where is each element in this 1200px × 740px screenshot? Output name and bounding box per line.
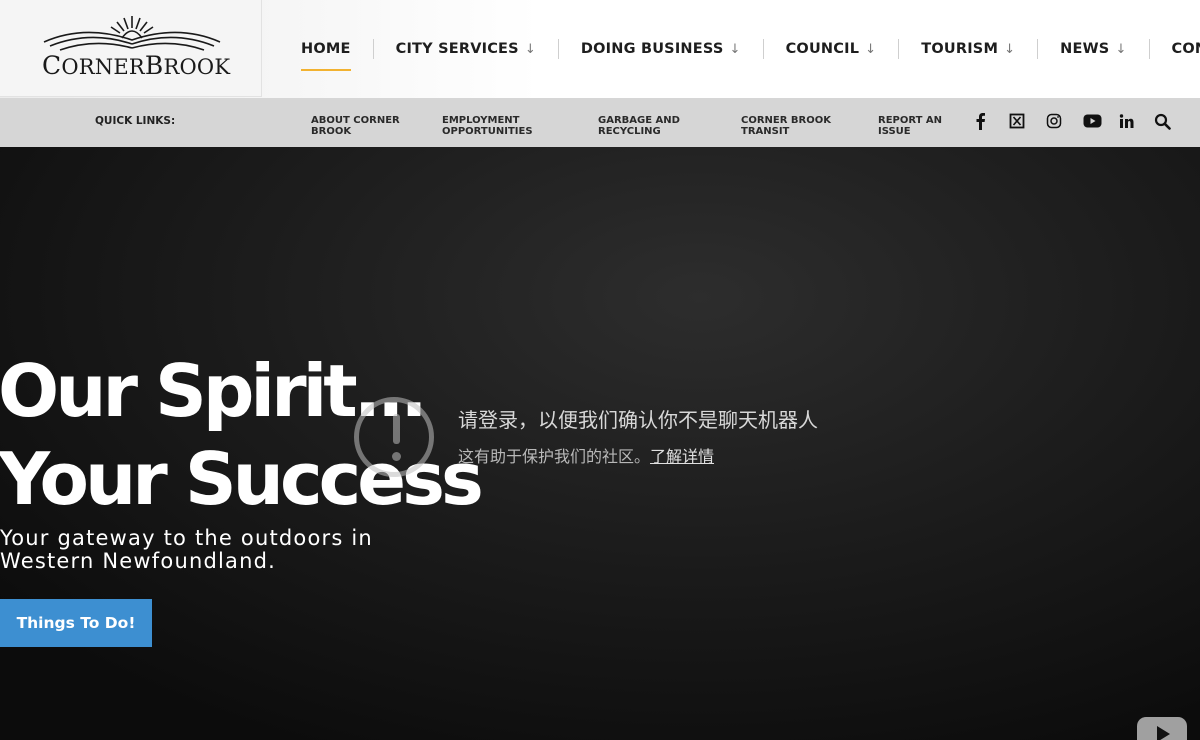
dropdown-arrow-icon: ↓ <box>1115 41 1127 57</box>
dropdown-arrow-icon: ↓ <box>729 41 741 57</box>
nav-council[interactable]: COUNCIL ↓ <box>786 0 877 98</box>
logo-wordmark: CORNERBROOK <box>42 51 231 80</box>
dropdown-arrow-icon: ↓ <box>524 41 536 57</box>
nav-tourism[interactable]: TOURISM ↓ <box>921 0 1015 98</box>
quick-link-about[interactable]: ABOUT CORNER BROOK <box>311 115 400 137</box>
x-twitter-icon[interactable] <box>1006 110 1028 132</box>
nav-divider <box>898 39 900 59</box>
dropdown-arrow-icon: ↓ <box>1004 41 1016 57</box>
search-icon[interactable] <box>1151 110 1173 132</box>
nav-doing-business[interactable]: DOING BUSINESS ↓ <box>581 0 741 98</box>
quick-links-bar: QUICK LINKS: ABOUT CORNER BROOK EMPLOYMEN… <box>0 98 1200 147</box>
quick-link-transit[interactable]: CORNER BROOK TRANSIT <box>741 115 831 137</box>
nav-home[interactable]: HOME <box>301 0 351 98</box>
quick-link-report-issue[interactable]: REPORT AN ISSUE <box>878 115 942 137</box>
quick-link-employment[interactable]: EMPLOYMENT OPPORTUNITIES <box>442 115 533 137</box>
warning-icon <box>354 397 434 477</box>
facebook-icon[interactable] <box>969 110 991 132</box>
instagram-icon[interactable] <box>1043 110 1065 132</box>
youtube-icon[interactable] <box>1081 110 1103 132</box>
hero-video: Our Spirit... Your Success 请登录，以便我们确认你不是… <box>0 147 1200 740</box>
dropdown-arrow-icon: ↓ <box>865 41 877 57</box>
video-signin-message: 这有助于保护我们的社区。了解详情 <box>458 447 715 466</box>
nav-divider <box>372 39 374 59</box>
learn-more-link[interactable]: 了解详情 <box>650 447 714 466</box>
quick-links-label: QUICK LINKS: <box>95 115 176 127</box>
logo[interactable]: CORNERBROOK <box>0 0 262 97</box>
nav-divider <box>557 39 559 59</box>
nav-divider <box>762 39 764 59</box>
things-to-do-button[interactable]: Things To Do! <box>0 599 152 647</box>
nav-divider <box>1037 39 1039 59</box>
site-header: CORNERBROOK HOME CITY SERVICES ↓ DOING BU… <box>0 0 1200 98</box>
video-signin-title: 请登录，以便我们确认你不是聊天机器人 <box>458 408 818 432</box>
nav-news[interactable]: NEWS ↓ <box>1060 0 1126 98</box>
nav-divider <box>1148 39 1150 59</box>
youtube-play-icon[interactable] <box>1137 717 1187 740</box>
nav-contact[interactable]: CONTACT <box>1172 0 1200 98</box>
quick-link-garbage[interactable]: GARBAGE AND RECYCLING <box>598 115 680 137</box>
nav-city-services[interactable]: CITY SERVICES ↓ <box>396 0 536 98</box>
hero-subtitle: Your gateway to the outdoors in Western … <box>0 526 373 573</box>
linkedin-icon[interactable] <box>1115 110 1137 132</box>
main-nav: HOME CITY SERVICES ↓ DOING BUSINESS ↓ COUN… <box>290 0 1200 98</box>
